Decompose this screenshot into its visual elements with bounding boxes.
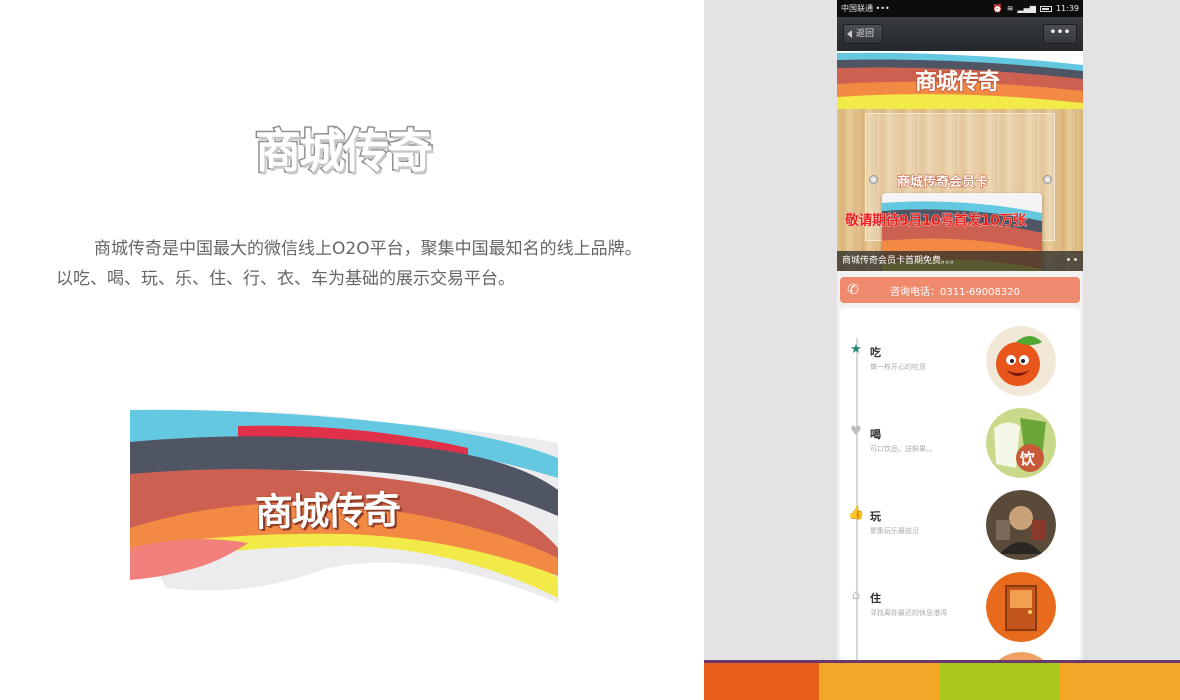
category-list: ★ 吃 做一枚开心的吃货 ♥ 喝 可口饮品，送鲜果。。 饮 👍 玩 聚集玩乐最前…: [840, 308, 1080, 660]
thumbs-up-icon: 👍: [848, 506, 865, 521]
card-title: 商城传奇会员卡: [896, 175, 989, 191]
category-image-play: [986, 490, 1056, 560]
banner-title: 商城传奇: [254, 487, 401, 536]
wifi-icon: ≋: [1006, 4, 1014, 13]
battery-icon: [1039, 5, 1052, 12]
carousel-dots[interactable]: [1067, 258, 1077, 261]
contact-bar[interactable]: ✆ 咨询电话：0311-69008320: [840, 277, 1080, 303]
signal-icon: ▂▄▆: [1017, 4, 1036, 13]
hero-title: 商城传奇: [914, 69, 1001, 96]
hero-caption: 商城传奇会员卡首期免费。。。: [837, 251, 1083, 271]
category-label: 玩: [870, 510, 881, 523]
back-button[interactable]: 返回: [843, 24, 884, 44]
category-image-next: [986, 652, 1056, 660]
alarm-icon: ⏰: [992, 4, 1003, 13]
color-strip-segment: [704, 663, 819, 700]
category-subtitle: 做一枚开心的吃货: [870, 363, 926, 371]
category-image-stay: [986, 572, 1056, 642]
color-strip: [704, 660, 1180, 700]
category-subtitle: 聚集玩乐最前沿: [870, 527, 919, 535]
contact-label: 咨询电话：0311-69008320: [890, 286, 1020, 298]
category-subtitle: 寻找离你最近的休息港湾: [870, 609, 947, 617]
category-image-eat: [986, 326, 1056, 396]
showcase-title: 商城传奇: [254, 123, 435, 180]
phone-screen: 中国联通 ••• ⏰ ≋ ▂▄▆ 11:39 返回 ••• 商城传奇 商城传奇会…: [837, 0, 1083, 660]
showcase-panel: 商城传奇 商城传奇是中国最大的微信线上O2O平台，聚集中国最知名的线上品牌。以吃…: [0, 0, 704, 700]
color-strip-segment: [1060, 663, 1180, 700]
category-item-next[interactable]: [840, 644, 1080, 660]
more-button[interactable]: •••: [1043, 24, 1077, 44]
promo-text: 敬请期待9月10号首发10万张: [845, 213, 1027, 230]
color-strip-segment: [939, 663, 1060, 700]
phone-icon: ✆: [847, 282, 859, 298]
screw-icon: [1043, 175, 1052, 184]
category-item-play[interactable]: 👍 玩 聚集玩乐最前沿: [840, 482, 1080, 562]
carrier-label: 中国联通 •••: [841, 4, 890, 13]
status-bar: 中国联通 ••• ⏰ ≋ ▂▄▆ 11:39: [837, 0, 1083, 17]
category-label: 喝: [870, 428, 881, 441]
heart-icon: ♥: [850, 424, 862, 439]
category-item-stay[interactable]: ⌂ 住 寻找离你最近的休息港湾: [840, 564, 1080, 644]
home-icon: ⌂: [851, 588, 861, 603]
clock: 11:39: [1055, 4, 1079, 13]
page: 商城传奇 商城传奇是中国最大的微信线上O2O平台，聚集中国最知名的线上品牌。以吃…: [0, 0, 1180, 700]
star-icon: ★: [850, 342, 862, 357]
drink-badge: 饮: [1020, 450, 1036, 468]
category-subtitle: 可口饮品，送鲜果。。: [870, 445, 937, 453]
color-strip-segment: [819, 663, 939, 700]
hero-banner[interactable]: 商城传奇: [837, 51, 1083, 271]
category-label: 住: [870, 592, 881, 605]
category-label: 吃: [870, 346, 881, 359]
screw-icon: [869, 175, 878, 184]
nav-bar: 返回 •••: [837, 17, 1083, 51]
category-item-eat[interactable]: ★ 吃 做一枚开心的吃货: [840, 318, 1080, 398]
category-item-drink[interactable]: ♥ 喝 可口饮品，送鲜果。。 饮: [840, 400, 1080, 480]
category-image-drink: 饮: [986, 408, 1056, 478]
showcase-description: 商城传奇是中国最大的微信线上O2O平台，聚集中国最知名的线上品牌。以吃、喝、玩、…: [56, 239, 642, 289]
